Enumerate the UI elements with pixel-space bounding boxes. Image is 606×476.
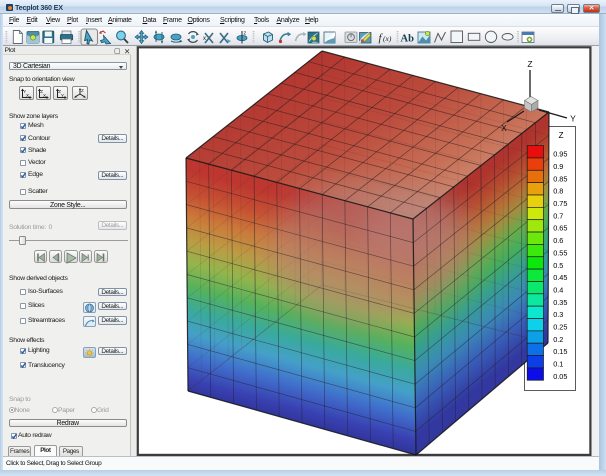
svg-text:Z: Z <box>81 88 84 93</box>
svg-text:0.1: 0.1 <box>553 360 563 369</box>
svg-text:0.55: 0.55 <box>553 248 567 257</box>
svg-text:Ab: Ab <box>401 34 415 45</box>
svg-text:0.95: 0.95 <box>553 150 567 159</box>
svg-text:0.25: 0.25 <box>553 323 567 332</box>
svg-text:Z: Z <box>559 131 564 140</box>
svg-text:z: z <box>244 31 247 37</box>
svg-text:0.15: 0.15 <box>553 347 567 356</box>
svg-text:0.6: 0.6 <box>553 236 563 245</box>
svg-text:0.65: 0.65 <box>553 224 567 233</box>
svg-text:0.5: 0.5 <box>553 261 563 270</box>
svg-text:0.85: 0.85 <box>553 174 567 183</box>
svg-text:0.7: 0.7 <box>553 211 563 220</box>
svg-text:0.8: 0.8 <box>553 187 563 196</box>
svg-text:0.9: 0.9 <box>553 162 563 171</box>
svg-text:0.2: 0.2 <box>553 335 563 344</box>
svg-text:0.75: 0.75 <box>553 199 567 208</box>
svg-text:Y: Y <box>61 93 64 98</box>
svg-text:Z: Z <box>527 59 532 69</box>
svg-text:X: X <box>43 93 46 98</box>
svg-text:X: X <box>501 123 507 133</box>
svg-text:0.05: 0.05 <box>553 372 567 381</box>
svg-text:0.4: 0.4 <box>553 286 563 295</box>
svg-text:0.45: 0.45 <box>553 273 567 282</box>
svg-text:X: X <box>26 93 29 98</box>
svg-text:Y: Y <box>570 114 576 124</box>
svg-text:0.35: 0.35 <box>553 298 567 307</box>
svg-text:0.3: 0.3 <box>553 310 563 319</box>
svg-text:(x): (x) <box>383 34 392 43</box>
